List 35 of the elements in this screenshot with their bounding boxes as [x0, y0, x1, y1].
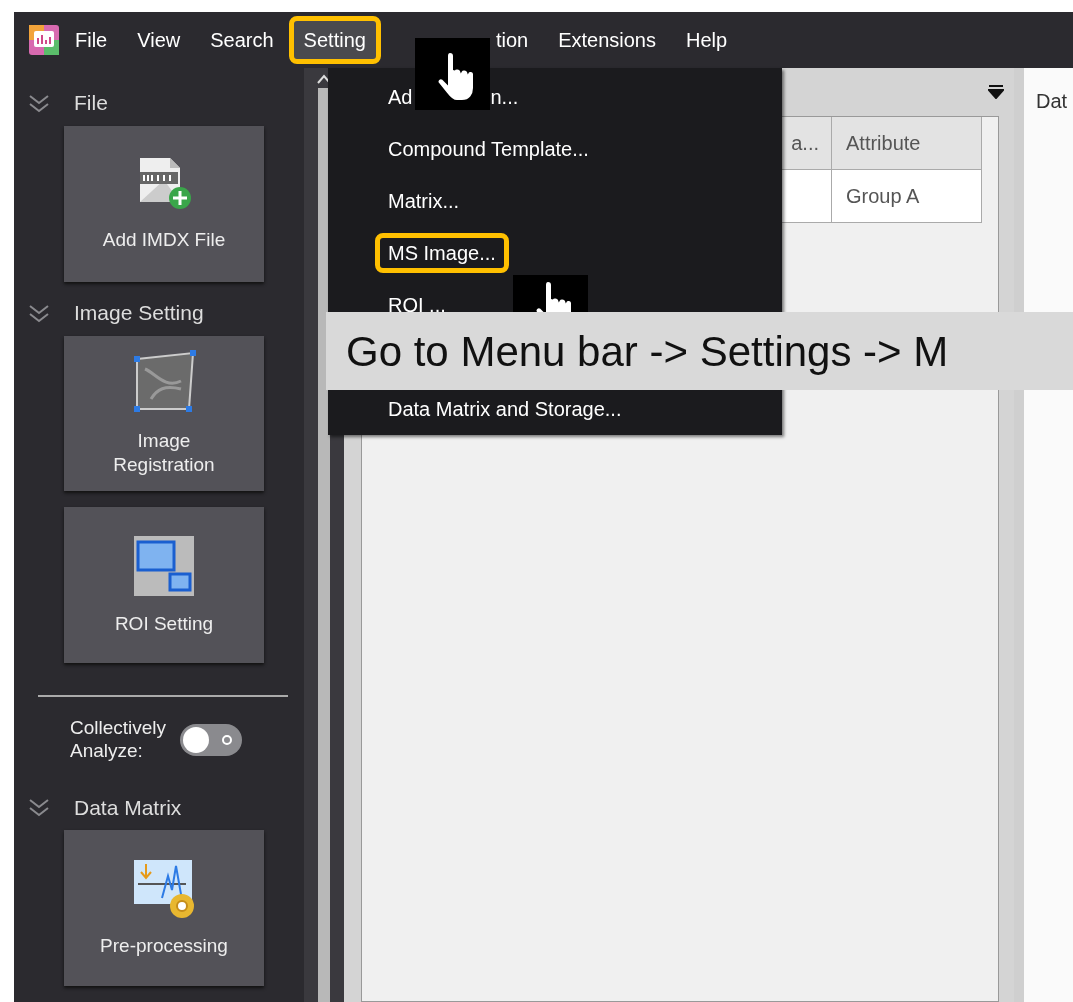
menu-item[interactable]: Help [670, 16, 743, 64]
menu-item[interactable]: Ad [388, 82, 413, 112]
menu-item[interactable]: n... [490, 82, 519, 112]
menu-item[interactable]: Matrix... [375, 181, 473, 221]
filter-icon [988, 85, 1004, 99]
hand-cursor-icon [415, 38, 490, 110]
chevron-double-down-icon [28, 93, 50, 113]
toggle-switch[interactable] [180, 723, 243, 756]
menu-item[interactable]: MS Image... [375, 233, 509, 273]
menu-item[interactable]: Compound Template... [375, 129, 602, 169]
chevron-double-down-icon [28, 797, 50, 818]
menu-item[interactable]: File [60, 16, 123, 64]
roi-setting-icon [132, 533, 196, 598]
tool-tile-button[interactable]: Add IMDX File [64, 126, 264, 282]
tool-tile-button[interactable]: ROI Setting [64, 507, 264, 663]
table-cell: Group A [832, 170, 982, 223]
scrollbar[interactable] [318, 88, 330, 1002]
menu-item[interactable]: View [122, 16, 196, 64]
app-logo-icon [28, 24, 60, 56]
menu-item[interactable]: Setting [288, 16, 381, 64]
toggle-label: Collectively Analyze: [70, 716, 167, 763]
chevron-double-down-icon [28, 302, 50, 323]
menu-item[interactable]: Data Matrix and Storage... [375, 389, 635, 429]
panel-tab[interactable]: Dat [1036, 90, 1068, 112]
caption-toast: Go to Menu bar -> Settings -> M [326, 312, 1073, 390]
section-header[interactable]: Image Setting [74, 296, 204, 329]
section-header[interactable]: File [74, 87, 108, 119]
column-header[interactable]: Attribute [832, 117, 982, 170]
tool-tile-button[interactable]: Pre-processing [64, 830, 264, 986]
image-registration-icon [131, 348, 197, 415]
menu-item[interactable]: Extensions [543, 16, 671, 64]
menu-item[interactable]: Search [195, 16, 289, 64]
tool-tile-button[interactable]: Image Registration [64, 335, 264, 492]
preprocessing-icon [132, 857, 196, 920]
section-header[interactable]: Data Matrix [74, 791, 182, 824]
